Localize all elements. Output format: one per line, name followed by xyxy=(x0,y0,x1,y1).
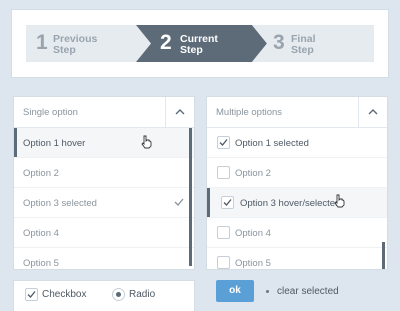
checkbox[interactable] xyxy=(217,166,230,179)
checkbox-label: Checkbox xyxy=(42,289,87,300)
ok-button[interactable]: ok xyxy=(216,280,254,302)
chevron-up-icon xyxy=(368,109,378,115)
option-label: Option 4 xyxy=(235,228,271,239)
checkbox[interactable] xyxy=(217,256,230,269)
scrollbar-thumb[interactable] xyxy=(189,128,192,266)
step-label-line1: Previous xyxy=(53,33,98,45)
list-item[interactable]: Option 1 selected xyxy=(207,128,387,158)
checkmark-icon xyxy=(174,198,184,206)
list-item[interactable]: Option 3 hover/selected xyxy=(207,188,387,218)
checkbox-checked[interactable] xyxy=(25,288,38,301)
radio-button[interactable] xyxy=(112,288,125,301)
single-select-list: Single option Option 1 hover Option 2 Op… xyxy=(14,97,194,269)
multi-select-list: Multiple options Option 1 selected Optio… xyxy=(207,97,387,269)
stepper: 1 Previous Step 2 Current Step 3 Final S… xyxy=(26,25,374,62)
step-label-line2: Step xyxy=(291,44,314,56)
checkbox-checked[interactable] xyxy=(217,136,230,149)
step-number: 1 xyxy=(36,31,48,54)
checkbox[interactable] xyxy=(217,226,230,239)
step-label-line2: Step xyxy=(53,44,76,56)
option-label: Option 5 xyxy=(235,258,271,269)
list-item[interactable]: Option 1 hover xyxy=(14,128,194,158)
checkmark-icon xyxy=(219,139,228,146)
list-item[interactable]: Option 2 xyxy=(14,158,194,188)
single-select-title: Single option xyxy=(23,107,78,118)
option-label: Option 4 xyxy=(23,228,59,239)
option-label: Option 1 hover xyxy=(23,138,86,149)
option-label: Option 2 xyxy=(23,168,59,179)
hand-cursor-icon xyxy=(141,135,152,149)
multi-select-footer: ok clear selected xyxy=(207,280,387,302)
step-number: 2 xyxy=(160,31,172,54)
list-item[interactable]: Option 4 xyxy=(207,218,387,248)
list-item[interactable]: Option 2 xyxy=(207,158,387,188)
option-label: Option 5 xyxy=(23,258,59,269)
multi-select-title: Multiple options xyxy=(216,107,283,118)
step-final[interactable]: 3 Final Step xyxy=(267,25,374,62)
multi-select-options: Option 1 selected Option 2 Option 3 hove… xyxy=(207,128,387,269)
list-item[interactable]: Option 3 selected xyxy=(14,188,194,218)
step-label-line2: Step xyxy=(180,44,203,56)
option-label: Option 3 selected xyxy=(23,198,97,209)
separator-dot xyxy=(266,290,269,293)
clear-selected-link[interactable]: clear selected xyxy=(277,286,339,297)
chevron-up-icon xyxy=(175,109,185,115)
step-current[interactable]: 2 Current Step xyxy=(151,25,252,62)
multi-select-header[interactable]: Multiple options xyxy=(207,97,387,128)
step-previous[interactable]: 1 Previous Step xyxy=(26,25,136,62)
radio-label: Radio xyxy=(129,289,156,300)
list-item[interactable]: Option 5 xyxy=(14,248,194,269)
checkbox-checked[interactable] xyxy=(221,196,234,209)
step-label-line1: Final xyxy=(291,33,316,45)
option-label: Option 1 selected xyxy=(235,138,309,149)
single-select-toggle[interactable] xyxy=(165,97,194,127)
checkmark-icon xyxy=(223,199,232,206)
list-item[interactable]: Option 5 xyxy=(207,248,387,269)
step-label-line1: Current xyxy=(180,33,218,45)
hand-cursor-icon xyxy=(334,194,345,208)
checkmark-icon xyxy=(27,291,36,298)
single-select-header[interactable]: Single option xyxy=(14,97,194,128)
form-controls-card: Checkbox Radio xyxy=(14,281,194,311)
multi-select-toggle[interactable] xyxy=(358,97,387,127)
single-select-options: Option 1 hover Option 2 Option 3 selecte… xyxy=(14,128,194,269)
option-label: Option 2 xyxy=(235,168,271,179)
option-label: Option 3 hover/selected xyxy=(240,198,341,209)
list-item[interactable]: Option 4 xyxy=(14,218,194,248)
stepper-card: 1 Previous Step 2 Current Step 3 Final S… xyxy=(12,10,388,77)
step-number: 3 xyxy=(273,31,285,54)
scrollbar-thumb[interactable] xyxy=(382,242,385,269)
